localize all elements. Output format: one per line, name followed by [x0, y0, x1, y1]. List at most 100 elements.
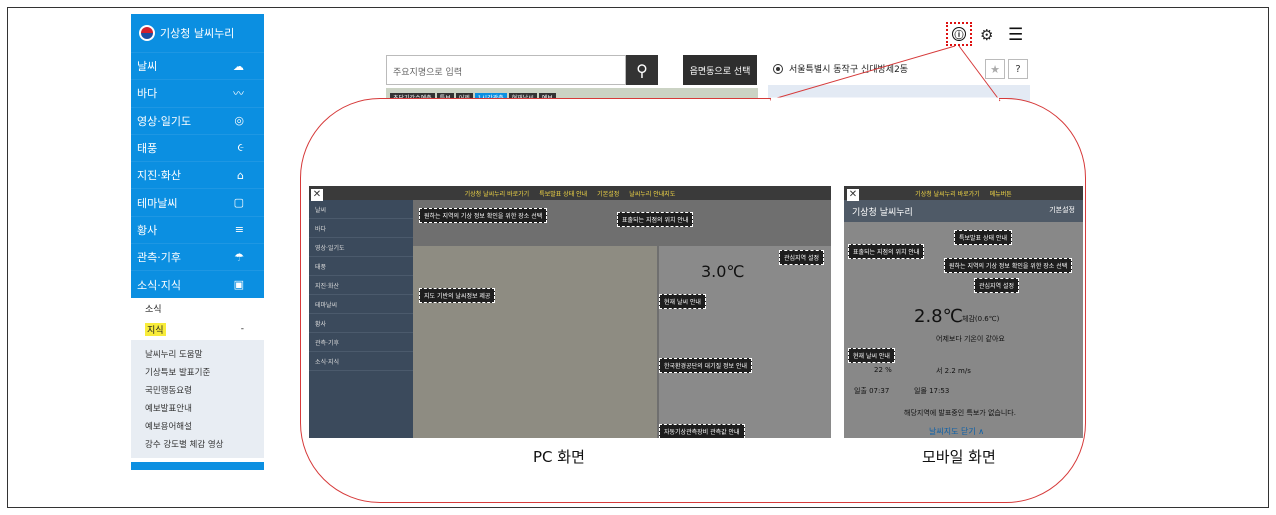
search-icon: ⚲ — [636, 60, 648, 80]
pc-dim-sidebar: 날씨 바다 영상·일기도 태풍 지진·화산 테마날씨 황사 관측·기후 소식·지… — [309, 200, 413, 438]
submenu-label: 소식 — [145, 304, 162, 315]
mobile-label-location-info: 표출되는 지점의 위치 안내 — [848, 244, 925, 259]
link-warning-criteria[interactable]: 기상특보 발표기준 — [145, 364, 264, 382]
info-button[interactable]: ⓘ — [946, 22, 972, 46]
news-icon: ▣ — [233, 278, 244, 292]
mobile-settings: 기본설정 — [1049, 206, 1075, 214]
sidebar-item-label: 태풍 — [137, 142, 158, 156]
link-action-guide[interactable]: 국민행동요령 — [145, 382, 264, 400]
pc-label-air: 한국환경공단의 대기질 정보 안내 — [659, 358, 753, 373]
sidebar-item-label: 황사 — [137, 223, 158, 237]
pc-label-aws: 자동기상관측장비 관측값 안내 — [659, 424, 745, 438]
mobile-label-favorite: 관심지역 설정 — [974, 278, 1020, 293]
current-location[interactable]: 서울특별시 동작구 신대방제2동 — [773, 62, 908, 75]
help-button[interactable]: ? — [1008, 59, 1028, 79]
pc-label-current: 현재 날씨 안내 — [659, 294, 706, 309]
sidebar-item-ocean[interactable]: 바다 〰 — [131, 79, 264, 106]
pc-sb-item: 태풍 — [309, 257, 413, 276]
pc-label-favorite: 관심지역 설정 — [779, 250, 825, 265]
observation-icon: ☂ — [234, 250, 244, 264]
menu-icon[interactable]: ☰ — [1008, 25, 1023, 45]
radar-icon: ◎ — [234, 114, 244, 128]
sidebar-item-radar[interactable]: 영상·일기도 ◎ — [131, 106, 264, 134]
mobile-caption: 모바일 화면 — [922, 448, 996, 466]
pc-sb-item: 관측·기후 — [309, 333, 413, 352]
pc-close-icon: ✕ — [311, 189, 323, 201]
location-icon — [773, 63, 783, 74]
sidebar-item-label: 관측·기후 — [137, 251, 181, 265]
pc-sb-item: 영상·일기도 — [309, 238, 413, 257]
sidebar-title: 기상청 날씨누리 — [160, 27, 235, 40]
sidebar-item-typhoon[interactable]: 태풍 ૯ — [131, 133, 264, 161]
location-text: 서울특별시 동작구 신대방제2동 — [789, 65, 909, 75]
mobile-temperature: 2.8℃ — [914, 306, 963, 327]
region-select-button[interactable]: 읍면동으로 선택 — [683, 55, 757, 85]
sidebar-item-label: 소식·지식 — [137, 278, 181, 292]
sidebar-item-news[interactable]: 소식·지식 ▣ — [131, 270, 264, 297]
mobile-close-icon: ✕ — [847, 189, 859, 201]
sidebar-item-label: 영상·일기도 — [137, 114, 192, 128]
dust-icon: ≡ — [234, 223, 244, 237]
link-forecast-info[interactable]: 예보발표안내 — [145, 400, 264, 418]
search-button[interactable]: ⚲ — [626, 55, 658, 85]
theme-icon: ▢ — [233, 196, 244, 210]
sidebar-item-observation[interactable]: 관측·기후 ☂ — [131, 243, 264, 270]
pc-sb-item: 바다 — [309, 219, 413, 238]
link-terms[interactable]: 예보용어해설 — [145, 418, 264, 436]
pc-top-guide: 날씨누리 안내지도 — [629, 190, 676, 198]
mobile-sunrise: 일출 07:37 — [854, 387, 890, 395]
mobile-screenshot: 기상청 날씨누리 바로가기 메뉴버튼 기상청 날씨누리 기본설정 특보발표 상태… — [844, 186, 1083, 438]
sidebar-item-label: 바다 — [137, 87, 158, 101]
favorite-button[interactable]: ★ — [985, 59, 1005, 79]
pc-top-warning: 특보발표 상태 안내 — [539, 190, 588, 198]
pc-caption: PC 화면 — [533, 448, 585, 466]
mobile-label-current: 현재 날씨 안내 — [848, 348, 895, 363]
sidebar-item-weather[interactable]: 날씨 ☁ — [131, 52, 264, 79]
knowledge-links: 날씨누리 도움말 기상특보 발표기준 국민행동요령 예보발표안내 예보용어해설 … — [131, 339, 264, 458]
gear-icon[interactable]: ⚙ — [980, 26, 993, 44]
pc-sb-item: 지진·화산 — [309, 276, 413, 295]
pc-label-map: 지도 기반의 날씨정보 제공 — [419, 288, 496, 303]
submenu-item-knowledge[interactable]: 지식 - — [131, 319, 264, 340]
sidebar-item-label: 날씨 — [137, 60, 158, 74]
mobile-title: 기상청 날씨누리 — [852, 208, 913, 218]
mobile-wind: 서 2.2 m/s — [936, 367, 971, 375]
earthquake-icon: ⌂ — [237, 168, 244, 182]
pc-sb-item: 테마날씨 — [309, 295, 413, 314]
sidebar: 기상청 날씨누리 날씨 ☁ 바다 〰 영상·일기도 ◎ 태풍 ૯ 지진·화산 ⌂ 테마날씨… — [131, 14, 264, 495]
mobile-top-bar: 기상청 날씨누리 바로가기 메뉴버튼 — [844, 186, 1083, 200]
sidebar-header[interactable]: 기상청 날씨누리 — [131, 14, 264, 52]
collapse-icon[interactable]: - — [241, 324, 244, 334]
mobile-humidity: 22 % — [874, 366, 892, 374]
mobile-label-warning: 특보발표 상태 안내 — [954, 230, 1012, 245]
submenu-item-news[interactable]: 소식 — [131, 298, 264, 319]
sidebar-item-dust[interactable]: 황사 ≡ — [131, 215, 264, 243]
sidebar-item-label: 지진·화산 — [137, 169, 181, 183]
pc-top-bar: 기상청 날씨누리 바로가기 특보발표 상태 안내 기본설정 날씨누리 안내지도 — [309, 186, 831, 200]
kma-logo-icon — [139, 25, 155, 41]
pc-label-location-info: 표출되는 지점의 위치 안내 — [617, 212, 694, 227]
pc-sb-item: 날씨 — [309, 200, 413, 219]
mobile-feels: 체감(0.6℃) — [962, 315, 1000, 323]
info-icon: ⓘ — [952, 27, 966, 41]
mobile-no-warning: 해당지역에 발표중인 특보가 없습니다. — [904, 409, 1016, 417]
mobile-sunset: 일몰 17:53 — [914, 387, 950, 395]
sidebar-footer — [131, 461, 264, 470]
sidebar-item-label: 테마날씨 — [137, 196, 178, 210]
search-input[interactable]: 주요지명으로 입력 — [386, 55, 626, 85]
pc-sb-item: 소식·지식 — [309, 352, 413, 371]
pc-dim-map — [413, 246, 657, 438]
sidebar-item-earthquake[interactable]: 지진·화산 ⌂ — [131, 161, 264, 188]
sidebar-nav: 날씨 ☁ 바다 〰 영상·일기도 ◎ 태풍 ૯ 지진·화산 ⌂ 테마날씨 ▢ 황사 ≡ 관측·… — [131, 52, 264, 298]
mobile-map-toggle: 날씨지도 닫기 ∧ — [929, 427, 985, 436]
sidebar-submenu: 소식 지식 - — [131, 297, 264, 340]
link-help[interactable]: 날씨누리 도움말 — [145, 346, 264, 364]
submenu-label: 지식 — [145, 322, 166, 336]
ocean-icon: 〰 — [233, 87, 244, 101]
mobile-top-link: 기상청 날씨누리 바로가기 — [915, 190, 980, 198]
sidebar-item-theme[interactable]: 테마날씨 ▢ — [131, 188, 264, 215]
pc-sb-item: 황사 — [309, 314, 413, 333]
pc-screenshot: 기상청 날씨누리 바로가기 특보발표 상태 안내 기본설정 날씨누리 안내지도 … — [309, 186, 831, 438]
typhoon-icon: ૯ — [237, 141, 244, 155]
link-rain-video[interactable]: 강수 강도별 체감 영상 — [145, 436, 264, 454]
